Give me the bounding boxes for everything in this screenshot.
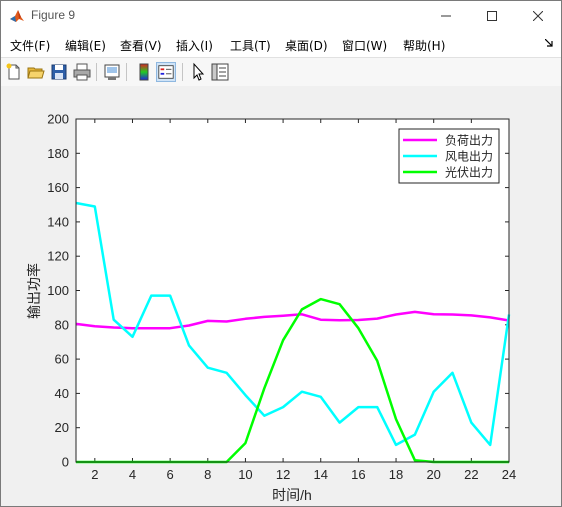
y-tick-label: 180: [47, 146, 69, 161]
x-tick-label: 22: [464, 467, 478, 482]
new-file-icon[interactable]: [4, 62, 24, 82]
open-folder-icon[interactable]: [26, 62, 46, 82]
y-tick-label: 80: [55, 317, 69, 332]
legend-icon[interactable]: [156, 62, 176, 82]
x-tick-label: 24: [502, 467, 516, 482]
print-icon[interactable]: [72, 62, 92, 82]
toolbar: [1, 57, 561, 87]
legend-label: 光伏出力: [445, 166, 493, 180]
menu-bar: 文件(F) 编辑(E) 查看(V) 插入(I) 工具(T) 桌面(D) 窗口(W…: [1, 31, 561, 57]
y-tick-label: 100: [47, 283, 69, 298]
x-tick-label: 16: [351, 467, 365, 482]
y-tick-label: 120: [47, 249, 69, 264]
y-tick-label: 140: [47, 214, 69, 229]
menu-tools[interactable]: 工具(T): [230, 37, 271, 54]
menu-help[interactable]: 帮助(H): [403, 37, 445, 54]
x-tick-label: 6: [167, 467, 174, 482]
toolbar-separator: [182, 63, 183, 81]
x-tick-label: 2: [91, 467, 98, 482]
maximize-button[interactable]: [469, 1, 515, 31]
line-chart[interactable]: 0204060801001201401601802002 4 6 8 10 12 14 16 1…: [1, 86, 561, 506]
x-tick-label: 10: [238, 467, 252, 482]
figure-window: Figure 9 文件(F) 编辑(E) 查看(V) 插入(I) 工具(T) 桌…: [0, 0, 562, 507]
menu-edit[interactable]: 编辑(E): [65, 37, 106, 54]
legend-label: 负荷出力: [445, 134, 493, 148]
x-tick-label: 4: [129, 467, 136, 482]
maximize-icon: [487, 11, 497, 21]
menu-window[interactable]: 窗口(W): [342, 37, 387, 54]
y-tick-label: 0: [62, 455, 69, 470]
menu-insert[interactable]: 插入(I): [176, 37, 213, 54]
colorbar-icon[interactable]: [134, 62, 154, 82]
link-plot-icon[interactable]: [102, 62, 122, 82]
toolbar-separator: [96, 63, 97, 81]
toolbar-separator: [126, 63, 127, 81]
y-tick-label: 200: [47, 112, 69, 127]
title-bar: Figure 9: [1, 1, 561, 31]
menu-view[interactable]: 查看(V): [120, 37, 162, 54]
corner-arrow-icon[interactable]: [545, 39, 553, 47]
matlab-icon: [9, 8, 25, 24]
x-tick-label: 18: [389, 467, 403, 482]
minimize-icon: [441, 15, 451, 17]
y-tick-label: 60: [55, 352, 69, 367]
x-tick-label: 8: [204, 467, 211, 482]
legend-label: 风电出力: [445, 150, 493, 164]
pointer-icon[interactable]: [188, 62, 208, 82]
x-tick-label: 14: [314, 467, 328, 482]
figure-canvas: 0 20 40 60 80 100 120 140 160 180 200 2 4 6 8 10 12 14 16 1…: [1, 86, 561, 506]
y-tick-label: 40: [55, 386, 69, 401]
close-icon: [533, 11, 543, 21]
menu-desktop[interactable]: 桌面(D): [285, 37, 328, 54]
property-editor-icon[interactable]: [210, 62, 230, 82]
y-axis-label: 输出功率: [26, 263, 42, 319]
close-button[interactable]: [515, 1, 561, 31]
x-axis-label: 时间/h: [272, 487, 312, 503]
minimize-button[interactable]: [423, 1, 469, 31]
x-tick-label: 12: [276, 467, 290, 482]
window-title: Figure 9: [31, 8, 76, 22]
menu-file[interactable]: 文件(F): [10, 37, 50, 54]
x-tick-label: 20: [426, 467, 440, 482]
y-tick-label: 20: [55, 420, 69, 435]
y-tick-label: 160: [47, 180, 69, 195]
save-icon[interactable]: [49, 62, 69, 82]
